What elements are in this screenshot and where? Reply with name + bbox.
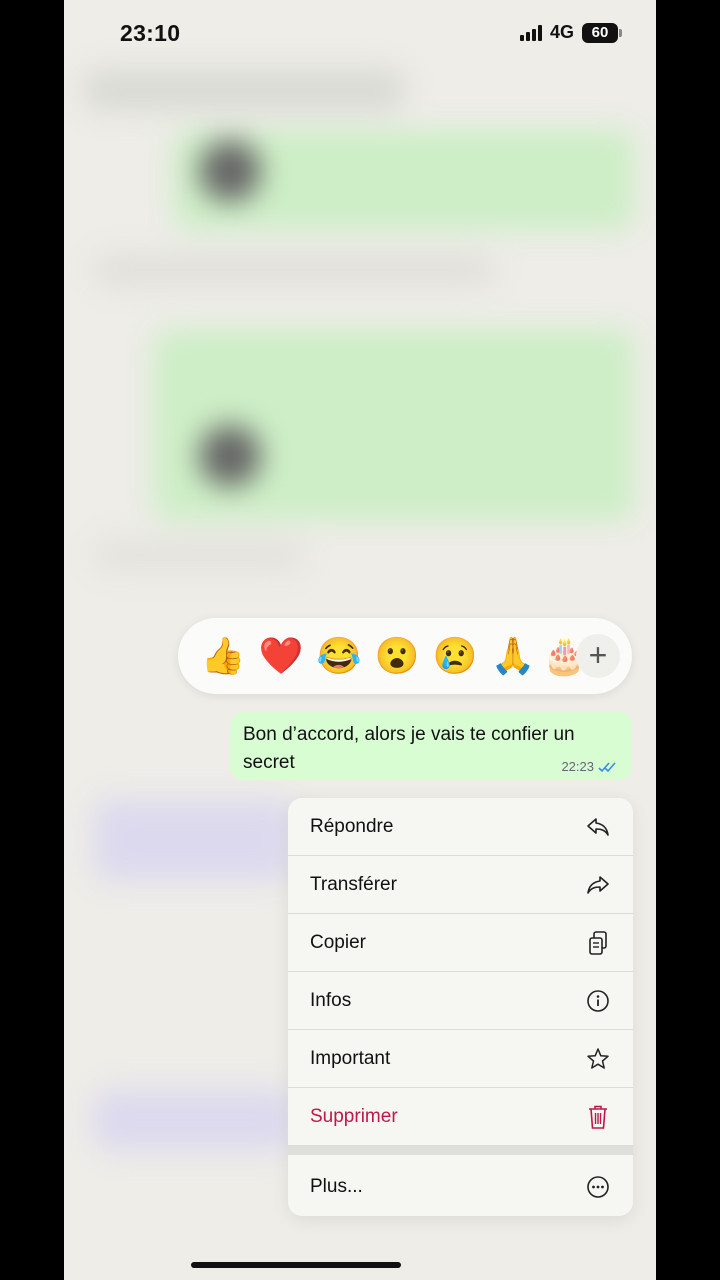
home-indicator[interactable] xyxy=(191,1262,401,1268)
menu-item-label: Important xyxy=(310,1047,391,1069)
menu-item-label: Infos xyxy=(310,989,352,1011)
reaction-heart[interactable]: ❤️ xyxy=(252,618,310,694)
battery-level: 60 xyxy=(591,24,609,41)
status-indicators: 4G 60 xyxy=(519,22,622,43)
message-context-menu: Répondre Transférer Copier Infos Importa… xyxy=(288,798,633,1216)
menu-item-label: Plus... xyxy=(310,1175,363,1197)
message-bubble[interactable]: Bon d’accord, alors je vais te confier u… xyxy=(230,712,632,780)
menu-item-label: Transférer xyxy=(310,873,397,895)
more-reactions-button[interactable]: + xyxy=(576,634,620,678)
message-meta: 22:23 xyxy=(561,759,618,774)
reaction-thumbs-up[interactable]: 👍 xyxy=(194,618,252,694)
screen: 23:10 4G 60 👍 ❤️ 😂 😮 😢 🙏 🎂 + Bon d’accor… xyxy=(64,0,656,1280)
menu-item-info[interactable]: Infos xyxy=(288,972,633,1030)
battery-icon: 60 xyxy=(582,22,622,43)
menu-item-copy[interactable]: Copier xyxy=(288,914,633,972)
menu-item-label: Supprimer xyxy=(310,1105,398,1127)
forward-icon xyxy=(585,872,611,898)
message-time: 22:23 xyxy=(561,759,594,774)
star-icon xyxy=(585,1046,611,1072)
reaction-pray[interactable]: 🙏 xyxy=(484,618,542,694)
reply-icon xyxy=(585,814,611,840)
read-ticks-icon xyxy=(598,761,616,772)
menu-item-delete[interactable]: Supprimer xyxy=(288,1088,633,1146)
menu-item-important[interactable]: Important xyxy=(288,1030,633,1088)
menu-item-label: Copier xyxy=(310,931,366,953)
reaction-sad[interactable]: 😢 xyxy=(426,618,484,694)
reaction-bar: 👍 ❤️ 😂 😮 😢 🙏 🎂 + xyxy=(178,618,632,694)
more-icon xyxy=(585,1174,611,1200)
menu-item-reply[interactable]: Répondre xyxy=(288,798,633,856)
status-time: 23:10 xyxy=(120,20,181,46)
menu-item-more[interactable]: Plus... xyxy=(288,1155,633,1216)
network-type: 4G xyxy=(549,22,574,42)
menu-separator xyxy=(288,1146,633,1155)
menu-item-forward[interactable]: Transférer xyxy=(288,856,633,914)
reaction-laugh[interactable]: 😂 xyxy=(310,618,368,694)
copy-icon xyxy=(585,930,611,956)
trash-icon xyxy=(585,1104,611,1130)
menu-item-label: Répondre xyxy=(310,815,394,837)
signal-icon xyxy=(519,24,542,41)
reaction-surprised[interactable]: 😮 xyxy=(368,618,426,694)
info-icon xyxy=(585,988,611,1014)
